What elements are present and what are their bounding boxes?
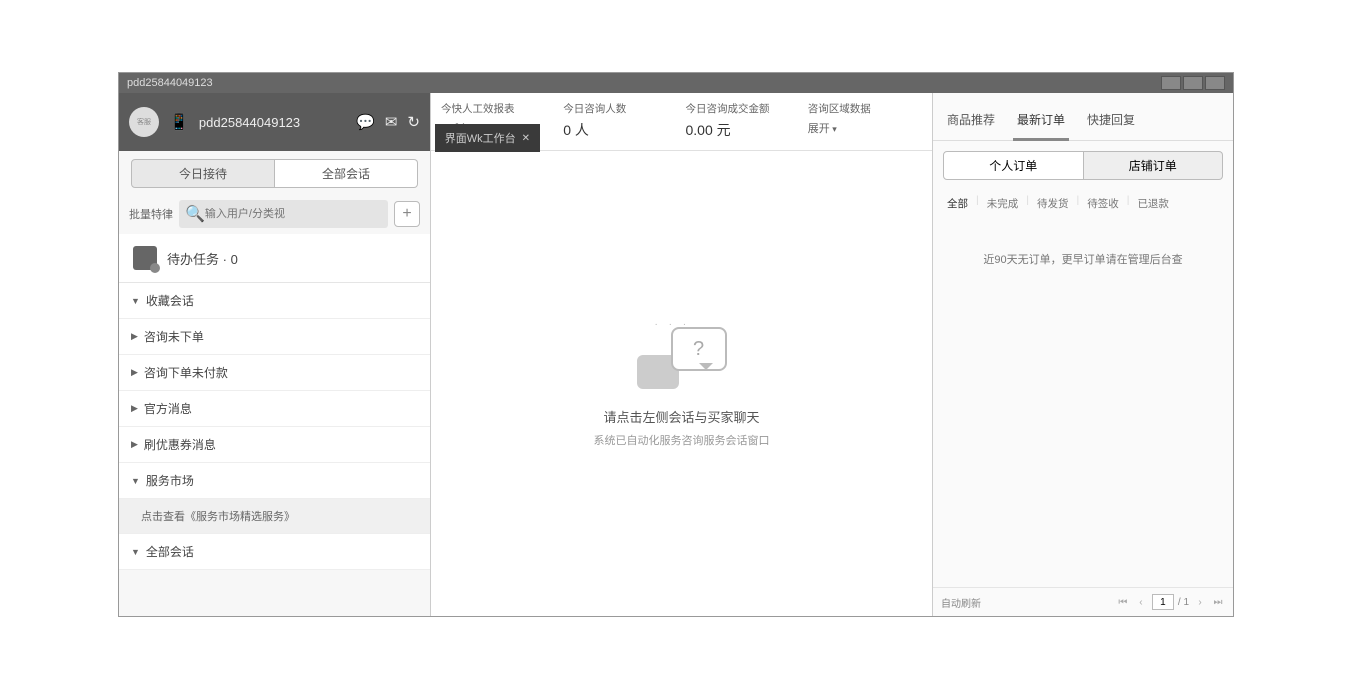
empty-subtitle: 系统已自动化服务咨询服务会话窗口	[594, 432, 770, 448]
left-panel: 客服 📱 pdd25844049123 💬 ✉ ↻ 界面Wk工作台 ✕ 今日接待…	[119, 93, 431, 616]
left-header: 客服 📱 pdd25844049123 💬 ✉ ↻ 界面Wk工作台 ✕	[119, 93, 430, 151]
filter-toship[interactable]: 待发货	[1033, 194, 1073, 213]
titlebar: pdd25844049123	[119, 73, 1233, 93]
tab-order[interactable]: 最新订单	[1013, 103, 1069, 141]
subtab-personal[interactable]: 个人订单	[943, 151, 1084, 180]
todo-icon	[133, 246, 157, 270]
order-subtabs: 个人订单 店铺订单	[933, 141, 1233, 190]
todo-row[interactable]: 待办任务 · 0	[119, 234, 430, 283]
tab-quickreply[interactable]: 快捷回复	[1083, 103, 1139, 141]
message-icon[interactable]: 💬	[356, 113, 375, 131]
caret-right-icon: ▶	[131, 403, 138, 414]
pager-input[interactable]	[1152, 594, 1174, 610]
session-tabs: 今日接待 全部会话	[119, 151, 430, 194]
app-window: pdd25844049123 客服 📱 pdd25844049123 💬 ✉ ↻…	[118, 72, 1234, 617]
mail-icon[interactable]: ✉	[385, 113, 398, 131]
right-panel: 商品推荐 最新订单 快捷回复 个人订单 店铺订单 全部| 未完成| 待发货| 待…	[933, 93, 1233, 616]
pager-total: / 1	[1178, 597, 1189, 608]
center-panel: 今快人工效报表 -- % 今日咨询人数 0 人 今日咨询成交金额 0.00 元 …	[431, 93, 933, 616]
close-icon[interactable]: ✕	[522, 133, 530, 144]
window-controls	[1161, 76, 1225, 90]
caret-right-icon: ▶	[131, 367, 138, 378]
nav-service-market[interactable]: ▼服务市场	[119, 463, 430, 499]
avatar[interactable]: 客服	[129, 107, 159, 137]
right-tabs: 商品推荐 最新订单 快捷回复	[933, 93, 1233, 141]
caret-right-icon: ▶	[131, 331, 138, 342]
session-nav: ▼收藏会话 ▶咨询未下单 ▶咨询下单未付款 ▶官方消息 ▶刷优惠券消息 ▼服务市…	[119, 283, 430, 616]
pager-label: 自动刷新	[941, 595, 981, 610]
stat-region-expand[interactable]: 咨询区域数据 展开	[804, 101, 926, 140]
nav-service-sub[interactable]: 点击查看《服务市场精选服务》	[119, 499, 430, 534]
filter-toreceive[interactable]: 待签收	[1083, 194, 1123, 213]
nav-official[interactable]: ▶官方消息	[119, 391, 430, 427]
order-empty-message: 近90天无订单，更早订单请在管理后台查	[933, 221, 1233, 587]
search-row: 批量特律 🔍 +	[119, 194, 430, 234]
workspace-tab[interactable]: 界面Wk工作台 ✕	[435, 124, 540, 152]
caret-down-icon: ▼	[131, 547, 140, 557]
pager-prev[interactable]: ‹	[1134, 597, 1148, 608]
nav-order-unpaid[interactable]: ▶咨询下单未付款	[119, 355, 430, 391]
search-input[interactable]	[205, 208, 382, 220]
subtab-store[interactable]: 店铺订单	[1084, 151, 1224, 180]
nav-consult-noorder[interactable]: ▶咨询未下单	[119, 319, 430, 355]
tab-all[interactable]: 全部会话	[275, 159, 418, 188]
nav-coupon[interactable]: ▶刷优惠券消息	[119, 427, 430, 463]
tab-today[interactable]: 今日接待	[131, 159, 275, 188]
pager-last[interactable]: ⏭	[1211, 597, 1225, 608]
add-button[interactable]: +	[394, 201, 420, 227]
chat-empty-icon: · · · ?	[637, 319, 727, 389]
empty-title: 请点击左侧会话与买家聊天	[603, 407, 759, 426]
username-label: pdd25844049123	[199, 115, 300, 130]
pager: 自动刷新 ⏮ ‹ / 1 › ⏭	[933, 587, 1233, 616]
tab-product[interactable]: 商品推荐	[943, 103, 999, 141]
nav-all-sessions[interactable]: ▼全部会话	[119, 534, 430, 570]
filter-pending[interactable]: 未完成	[983, 194, 1023, 213]
pager-first[interactable]: ⏮	[1116, 597, 1130, 608]
refresh-icon[interactable]: ↻	[407, 113, 420, 131]
todo-label: 待办任务 · 0	[167, 249, 238, 268]
caret-down-icon: ▼	[131, 476, 140, 486]
titlebar-text: pdd25844049123	[127, 77, 213, 89]
phone-icon: 📱	[169, 112, 189, 132]
filter-all[interactable]: 全部	[943, 194, 972, 213]
close-button[interactable]	[1205, 76, 1225, 90]
caret-down-icon: ▼	[131, 296, 140, 306]
filter-refunded[interactable]: 已退款	[1133, 194, 1173, 213]
order-filters: 全部| 未完成| 待发货| 待签收| 已退款	[933, 190, 1233, 221]
search-icon: 🔍	[185, 204, 205, 224]
search-wrap: 🔍	[179, 200, 388, 228]
chat-empty-state: · · · ? 请点击左侧会话与买家聊天 系统已自动化服务咨询服务会话窗口	[431, 151, 932, 616]
pager-next[interactable]: ›	[1193, 597, 1207, 608]
maximize-button[interactable]	[1183, 76, 1203, 90]
stat-consult-count: 今日咨询人数 0 人	[559, 101, 681, 140]
nav-favorites[interactable]: ▼收藏会话	[119, 283, 430, 319]
caret-right-icon: ▶	[131, 439, 138, 450]
search-label: 批量特律	[129, 206, 173, 222]
workspace-tab-label: 界面Wk工作台	[445, 130, 516, 146]
stat-deal-amount: 今日咨询成交金额 0.00 元	[682, 101, 804, 140]
minimize-button[interactable]	[1161, 76, 1181, 90]
